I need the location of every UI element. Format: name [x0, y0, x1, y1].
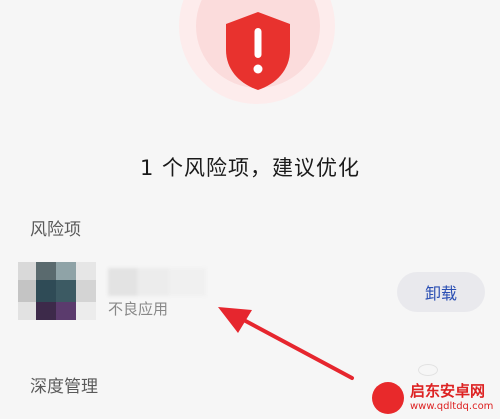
watermark-url: www.qdltdq.com: [410, 401, 494, 412]
watermark-title: 启东安卓网: [410, 382, 486, 400]
site-watermark: 启东安卓网 www.qdltdq.com: [370, 380, 500, 419]
watermark-logo-icon: [372, 382, 404, 414]
faint-mark: [418, 364, 438, 376]
deep-management-title: 深度管理: [30, 377, 98, 397]
annotation-arrow: [218, 307, 354, 380]
